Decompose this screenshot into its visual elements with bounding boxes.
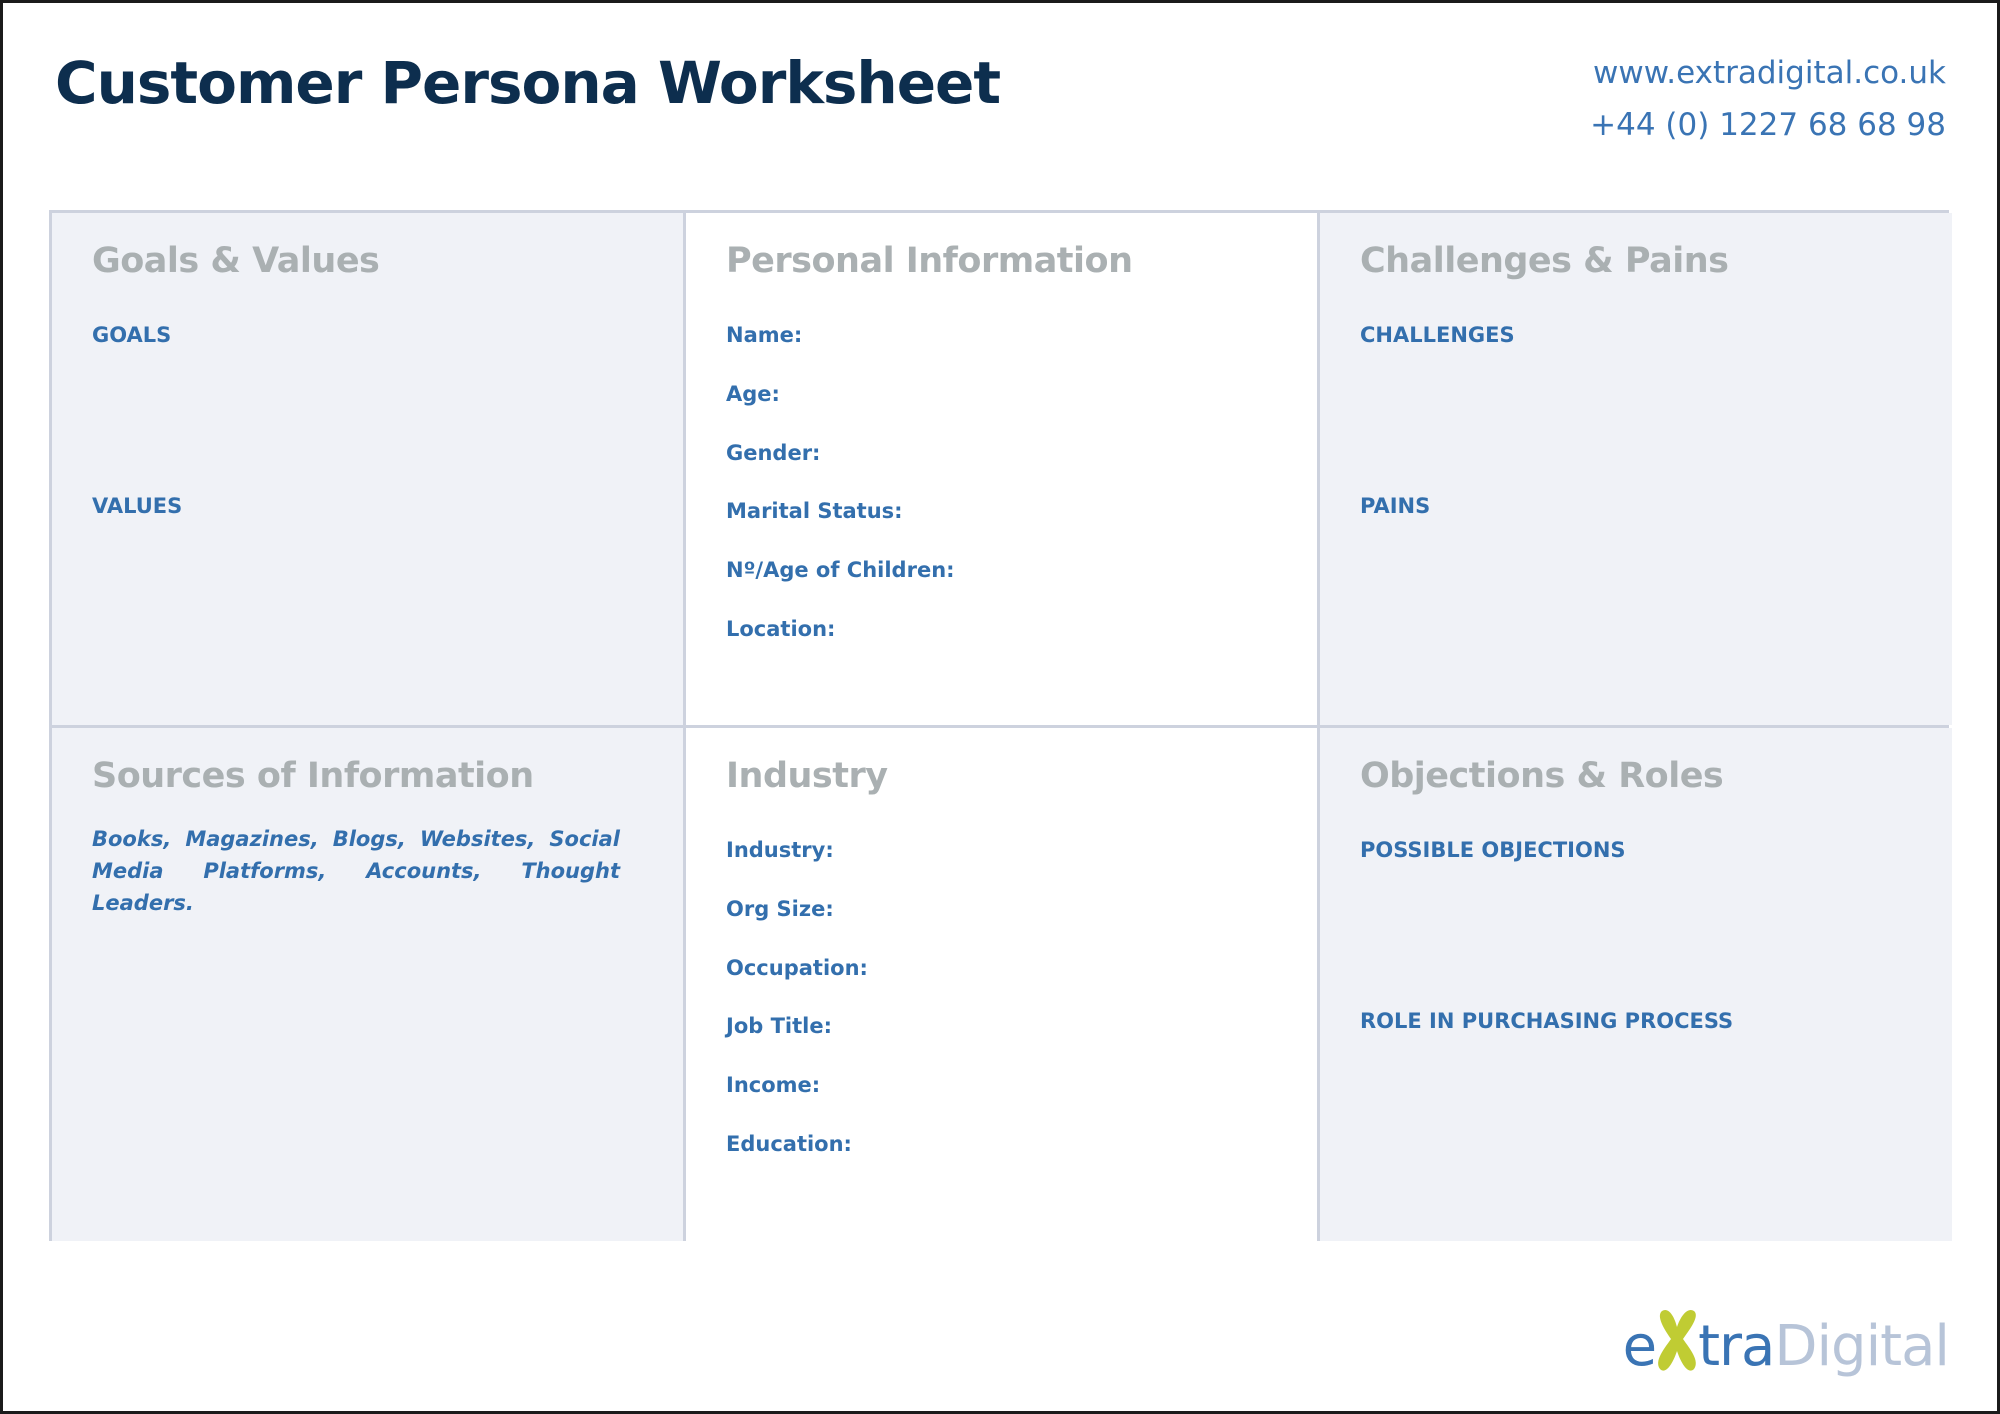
section-heading: Objections & Roles: [1360, 756, 1724, 796]
contact-info: www.extradigital.co.uk +44 (0) 1227 68 6…: [1590, 47, 1946, 151]
section-heading: Personal Information: [726, 241, 1133, 281]
x-blob-icon: [1654, 1305, 1700, 1375]
age-field-label: Age:: [726, 382, 780, 406]
objections-roles-cell: Objections & Roles POSSIBLE OBJECTIONS R…: [1320, 728, 1952, 1241]
income-field-label: Income:: [726, 1073, 821, 1097]
goals-values-cell: Goals & Values GOALS VALUES: [52, 213, 683, 725]
extradigital-logo: e tra Digital: [1622, 1305, 1950, 1379]
persona-grid: Goals & Values GOALS VALUES Personal Inf…: [49, 210, 1952, 1241]
location-field-label: Location:: [726, 617, 836, 641]
occupation-field-label: Occupation:: [726, 956, 868, 980]
name-field-label: Name:: [726, 323, 803, 347]
logo-text-tra: tra: [1698, 1314, 1775, 1379]
phone-number: +44 (0) 1227 68 68 98: [1590, 107, 1946, 143]
website-link[interactable]: www.extradigital.co.uk: [1590, 47, 1946, 99]
challenges-label: CHALLENGES: [1360, 323, 1515, 347]
goals-label: GOALS: [92, 323, 172, 347]
marital-status-field-label: Marital Status:: [726, 499, 903, 523]
section-heading: Challenges & Pains: [1360, 241, 1729, 281]
page-title: Customer Persona Worksheet: [55, 49, 1001, 117]
challenges-pains-cell: Challenges & Pains CHALLENGES PAINS: [1320, 213, 1952, 725]
industry-field-label: Industry:: [726, 838, 834, 862]
gender-field-label: Gender:: [726, 441, 821, 465]
education-field-label: Education:: [726, 1132, 852, 1156]
children-field-label: Nº/Age of Children:: [726, 558, 955, 582]
role-in-purchasing-label: ROLE IN PURCHASING PROCESS: [1360, 1009, 1734, 1033]
values-label: VALUES: [92, 494, 183, 518]
section-heading: Goals & Values: [92, 241, 380, 281]
sources-text: Books, Magazines, Blogs, Websites, Socia…: [92, 827, 620, 915]
job-title-field-label: Job Title:: [726, 1014, 832, 1038]
section-heading: Industry: [726, 756, 888, 796]
industry-cell: Industry Industry: Org Size: Occupation:…: [686, 728, 1317, 1241]
pains-label: PAINS: [1360, 494, 1431, 518]
sources-of-information-cell: Sources of Information Books, Magazines,…: [52, 728, 683, 1241]
possible-objections-label: POSSIBLE OBJECTIONS: [1360, 838, 1626, 862]
section-heading: Sources of Information: [92, 756, 534, 796]
logo-text-e: e: [1622, 1314, 1657, 1379]
org-size-field-label: Org Size:: [726, 897, 834, 921]
logo-text-digital: Digital: [1774, 1314, 1950, 1379]
personal-information-cell: Personal Information Name: Age: Gender: …: [686, 213, 1317, 725]
